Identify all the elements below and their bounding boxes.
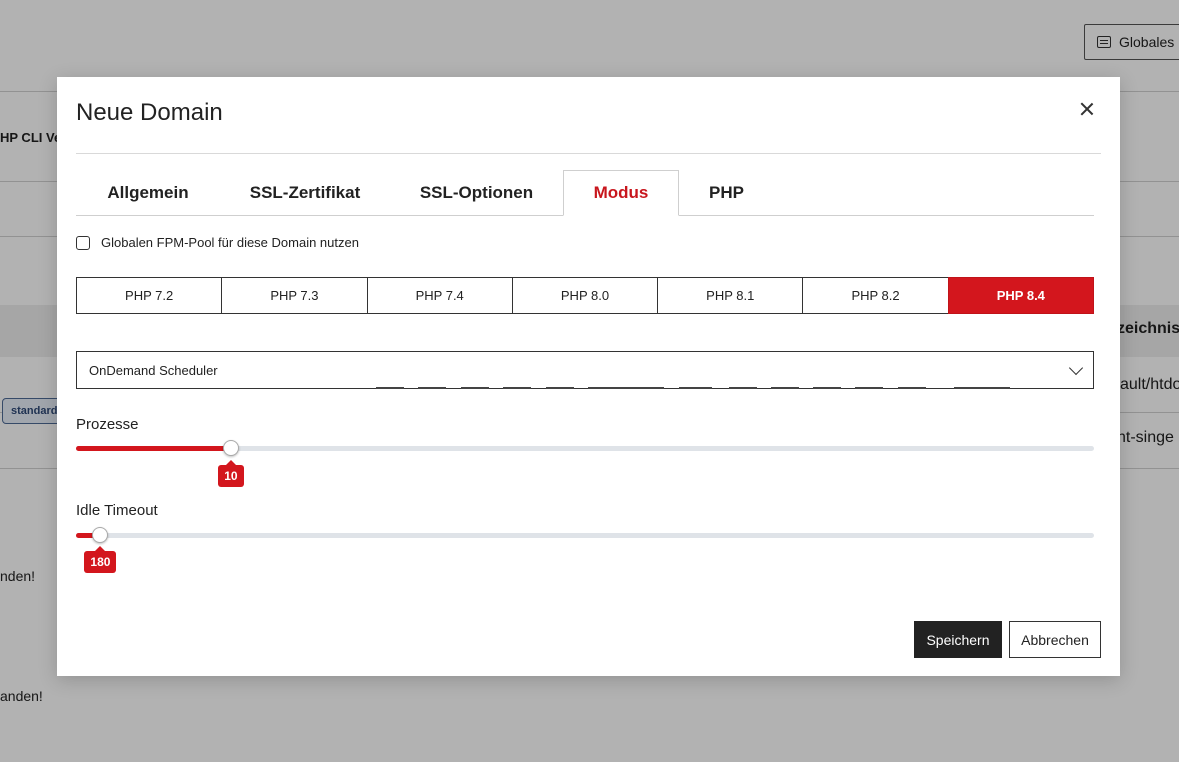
php-version-option[interactable]: PHP 7.3	[221, 277, 368, 314]
checkbox-label[interactable]: Globalen FPM-Pool für diese Domain nutze…	[101, 235, 359, 250]
php-version-option[interactable]: PHP 8.0	[511, 277, 659, 314]
loading-dash	[461, 387, 489, 389]
tab-ssl-options[interactable]: SSL-Optionen	[390, 170, 563, 215]
processes-slider[interactable]	[76, 440, 1094, 456]
tab-bar: Allgemein SSL-Zertifikat SSL-Optionen Mo…	[76, 170, 1094, 216]
loading-dash	[546, 387, 574, 389]
idle-timeout-label: Idle Timeout	[76, 502, 158, 519]
php-version-option-selected[interactable]: PHP 8.4	[947, 277, 1094, 314]
php-version-option[interactable]: PHP 7.2	[76, 277, 223, 314]
php-version-selector: PHP 7.2 PHP 7.3 PHP 7.4 PHP 8.0 PHP 8.1 …	[76, 277, 1094, 314]
loading-dash	[771, 387, 799, 389]
tab-general[interactable]: Allgemein	[76, 170, 220, 215]
processes-value: 10	[218, 460, 244, 487]
cancel-button[interactable]: Abbrechen	[1009, 621, 1101, 658]
global-fpm-pool-option: Globalen FPM-Pool für diese Domain nutze…	[76, 235, 359, 250]
title-divider	[76, 153, 1101, 154]
processes-label: Prozesse	[76, 416, 139, 433]
loading-dash	[898, 387, 926, 389]
scheduler-value: OnDemand Scheduler	[89, 362, 218, 378]
dialog-title: Neue Domain	[76, 99, 223, 126]
chevron-down-icon	[1068, 360, 1084, 376]
loading-dash	[855, 387, 883, 389]
loading-dash	[376, 387, 404, 389]
processes-slider-handle[interactable]	[222, 440, 239, 456]
tab-mode[interactable]: Modus	[563, 170, 679, 216]
idle-timeout-slider-handle[interactable]	[92, 527, 109, 543]
php-version-option[interactable]: PHP 8.2	[802, 277, 949, 314]
loading-dash	[954, 387, 1010, 389]
loading-dash	[729, 387, 757, 389]
global-fpm-pool-checkbox[interactable]	[76, 235, 90, 250]
tab-ssl-certificate[interactable]: SSL-Zertifikat	[220, 170, 390, 215]
php-version-option[interactable]: PHP 7.4	[366, 277, 513, 314]
loading-dash	[503, 387, 531, 389]
scheduler-select[interactable]: OnDemand Scheduler	[76, 351, 1094, 389]
idle-timeout-value: 180	[84, 546, 117, 573]
save-button[interactable]: Speichern	[914, 621, 1002, 658]
processes-slider-fill	[76, 446, 231, 451]
loading-dash	[679, 387, 712, 389]
loading-dash	[418, 387, 446, 389]
loading-dash	[588, 387, 616, 389]
php-version-option[interactable]: PHP 8.1	[657, 277, 804, 314]
loading-dash	[614, 387, 664, 389]
tab-php[interactable]: PHP	[679, 170, 774, 215]
new-domain-dialog: Neue Domain Allgemein SSL-Zertifikat SSL…	[57, 77, 1120, 676]
close-icon[interactable]	[1075, 97, 1099, 121]
loading-dash	[813, 387, 841, 389]
idle-timeout-slider[interactable]	[76, 527, 1094, 543]
